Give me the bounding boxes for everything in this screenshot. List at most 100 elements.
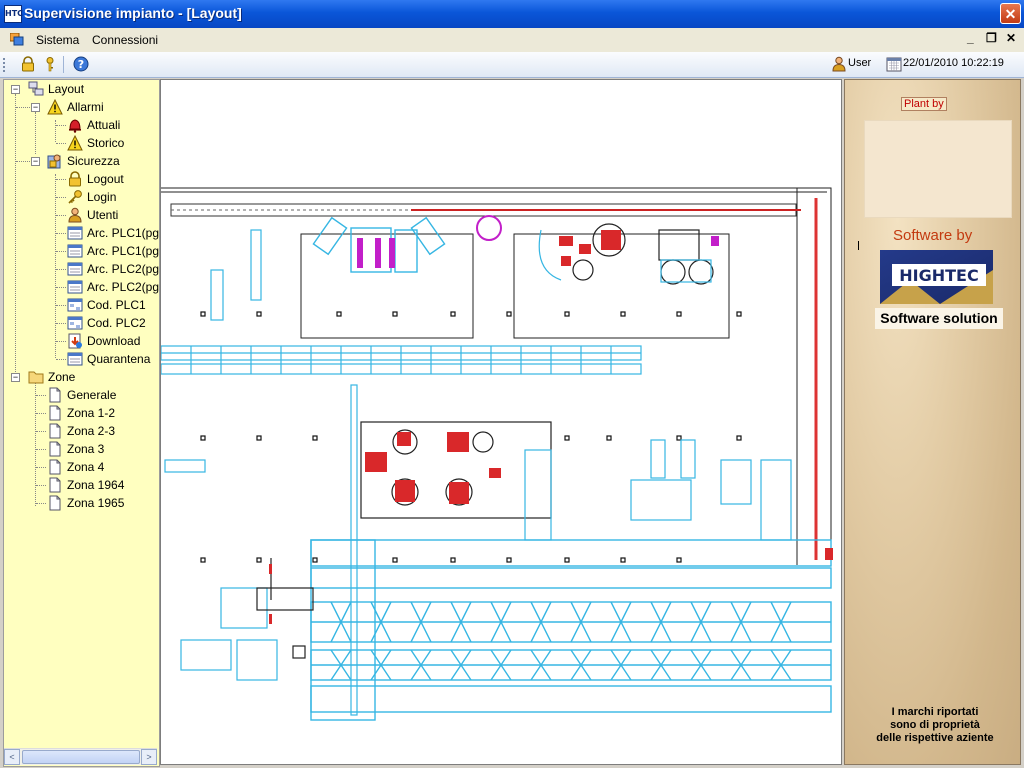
plant-floor-plan[interactable]: [161, 80, 841, 764]
window-grid-icon: [67, 244, 83, 258]
tree-node-zona-1-2[interactable]: Zona 1-2: [6, 404, 156, 422]
tree-node-arc-plc2-pg2[interactable]: Arc. PLC2(pg2): [6, 278, 159, 296]
menu-sistema[interactable]: Sistema: [36, 33, 79, 47]
window-titlebar[interactable]: HTC Supervisione impianto - [Layout] ✕: [0, 0, 1024, 28]
tree-node-download[interactable]: Download: [6, 332, 156, 350]
mdi-minimize-button[interactable]: _: [967, 31, 974, 45]
user-label: User: [848, 57, 872, 69]
tree-line: [56, 323, 66, 324]
tree-node-storico[interactable]: Storico: [6, 134, 156, 152]
tree-line: [56, 233, 66, 234]
document-icon: [49, 423, 61, 439]
mdi-close-button[interactable]: ✕: [1006, 31, 1016, 45]
toolbar: ? User 22/01/2010 10:22:19: [0, 52, 1024, 78]
folder-icon: [28, 371, 44, 384]
tree-node-arc-plc1-pg1[interactable]: Arc. PLC1(pg1): [6, 224, 159, 242]
tree-line: [56, 143, 66, 144]
software-by-label: Software by: [893, 227, 973, 244]
warning-icon: [67, 135, 83, 151]
tree-node-label: Arc. PLC2(pg2): [87, 280, 160, 294]
tree-node-label: Download: [87, 334, 141, 348]
document-icon: [49, 459, 61, 475]
menu-connessioni[interactable]: Connessioni: [92, 33, 158, 47]
toolbar-grip[interactable]: [3, 58, 7, 72]
tree-node-zona-1964[interactable]: Zona 1964: [6, 476, 156, 494]
tree-node-allarmi[interactable]: − Allarmi: [6, 98, 156, 116]
tree-line: [36, 395, 46, 396]
tree-node-layout[interactable]: − Layout: [6, 80, 156, 98]
tree-node-label: Storico: [87, 136, 125, 150]
window-grid-icon: [67, 352, 83, 366]
collapse-toggle[interactable]: −: [11, 373, 20, 382]
tree-node-attuali[interactable]: Attuali: [6, 116, 156, 134]
help-icon[interactable]: ?: [73, 56, 89, 72]
alarm-bell-icon: [69, 119, 81, 133]
tree-line: [56, 359, 66, 360]
scroll-thumb[interactable]: [22, 750, 140, 764]
tree-node-label: Allarmi: [67, 100, 104, 114]
disclaimer-line: sono di proprietà: [890, 719, 980, 731]
tree-node-label: Arc. PLC2(pg1): [87, 262, 160, 276]
lock-icon[interactable]: [20, 56, 36, 72]
window-grid-icon: [67, 280, 83, 294]
document-icon: [49, 495, 61, 511]
tree-node-cod-plc2[interactable]: Cod. PLC2: [6, 314, 156, 332]
document-icon: [49, 477, 61, 493]
tree-line: [56, 269, 66, 270]
tree-line: [56, 287, 66, 288]
scroll-right-button[interactable]: >: [141, 749, 157, 765]
document-icon: [49, 441, 61, 457]
tree-horizontal-scrollbar[interactable]: < >: [4, 748, 157, 765]
window-close-button[interactable]: ✕: [1000, 3, 1021, 24]
tree-node-zona-1965[interactable]: Zona 1965: [6, 494, 156, 512]
branding-panel: Plant by Software by HIGHTEC Software so…: [844, 79, 1021, 765]
tree-node-label: Layout: [48, 82, 85, 96]
collapse-toggle[interactable]: −: [31, 103, 40, 112]
tree-node-cod-plc1[interactable]: Cod. PLC1: [6, 296, 156, 314]
tree-line: [56, 125, 66, 126]
tree-node-arc-plc1-pg2[interactable]: Arc. PLC1(pg2): [6, 242, 159, 260]
tree-node-generale[interactable]: Generale: [6, 386, 156, 404]
tree-node-logout[interactable]: Logout: [6, 170, 156, 188]
tree-node-zona-2-3[interactable]: Zona 2-3: [6, 422, 156, 440]
mdi-restore-button[interactable]: ❐: [986, 31, 997, 45]
network-layout-icon: [28, 81, 44, 96]
navigation-tree[interactable]: − Layout − Allarmi Attuali Storico − Sic…: [3, 79, 160, 767]
tree-node-label: Zona 1965: [67, 496, 125, 510]
tree-node-login[interactable]: Login: [6, 188, 156, 206]
tree-node-label: Sicurezza: [67, 154, 120, 168]
tree-node-zone[interactable]: − Zone: [6, 368, 156, 386]
tree-node-zona-4[interactable]: Zona 4: [6, 458, 156, 476]
tree-node-label: Generale: [67, 388, 117, 402]
tree-node-quarantena[interactable]: Quarantena: [6, 350, 156, 368]
tree-line: [36, 413, 46, 414]
warning-icon: [47, 99, 63, 115]
menu-bar: Sistema Connessioni _ ❐ ✕: [0, 28, 1024, 53]
collapse-toggle[interactable]: −: [31, 157, 40, 166]
scroll-left-button[interactable]: <: [4, 749, 20, 765]
tree-node-sicurezza[interactable]: − Sicurezza: [6, 152, 156, 170]
key-icon[interactable]: [42, 56, 58, 72]
tree-node-label: Zona 3: [67, 442, 105, 456]
plant-layout-view[interactable]: [160, 79, 842, 765]
tree-node-zona-3[interactable]: Zona 3: [6, 440, 156, 458]
tree-line: [36, 467, 46, 468]
tree-node-label: Attuali: [87, 118, 121, 132]
tree-node-label: Arc. PLC1(pg2): [87, 244, 160, 258]
tree-node-utenti[interactable]: Utenti: [6, 206, 156, 224]
tree-node-label: Cod. PLC1: [87, 298, 146, 312]
mdi-document-icon[interactable]: [10, 33, 24, 46]
toolbar-separator: [63, 56, 64, 73]
tree-node-label: Zona 2-3: [67, 424, 116, 438]
lock-icon: [69, 171, 81, 187]
network-window-icon: [67, 298, 83, 312]
window-grid-icon: [67, 262, 83, 276]
plant-by-label: Plant by: [901, 97, 947, 111]
tree-node-label: Zona 4: [67, 460, 105, 474]
tree-node-arc-plc2-pg1[interactable]: Arc. PLC2(pg1): [6, 260, 159, 278]
collapse-toggle[interactable]: −: [11, 85, 20, 94]
key-icon: [68, 190, 82, 204]
tree-node-label: Login: [87, 190, 117, 204]
tree-line: [56, 197, 66, 198]
tree-node-label: Zona 1964: [67, 478, 125, 492]
